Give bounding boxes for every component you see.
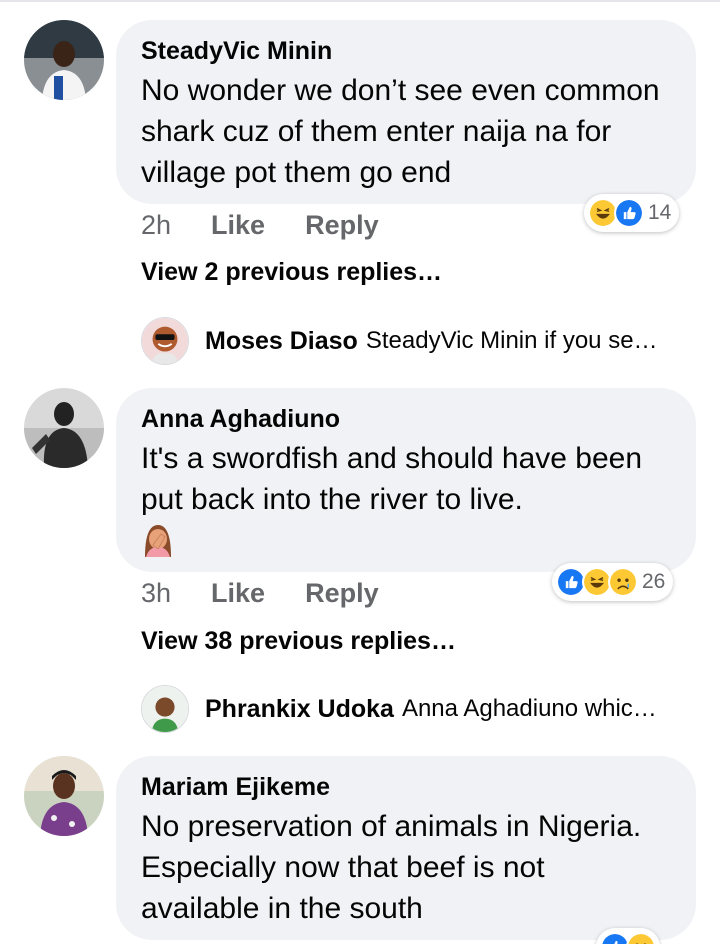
comment-bubble: Mariam Ejikeme No preservation of animal…	[116, 756, 696, 940]
latest-reply[interactable]: Moses Diaso SteadyVic Minin if you se…	[141, 316, 701, 366]
comment-text: No wonder we don’t see even common shark…	[141, 74, 660, 189]
reply-button[interactable]: Reply	[305, 210, 379, 241]
comment-actions: 2h Like Reply	[141, 207, 379, 243]
sad-icon	[608, 567, 638, 597]
avatar-moses[interactable]	[141, 317, 189, 365]
reply-author[interactable]: Phrankix Udoka	[205, 695, 394, 724]
like-button[interactable]: Like	[211, 578, 265, 609]
comment-author[interactable]: SteadyVic Minin	[141, 36, 671, 66]
reaction-count: 14	[648, 201, 672, 224]
reactions-summary[interactable]	[596, 928, 660, 944]
comment-time[interactable]: 3h	[141, 578, 171, 609]
like-icon	[614, 198, 644, 228]
comment-text: It's a swordfish and should have been pu…	[141, 442, 643, 516]
reply-text: Anna Aghadiuno whic…	[401, 695, 657, 722]
comment-time[interactable]: 2h	[141, 210, 171, 241]
reply-text: SteadyVic Minin if you se…	[365, 327, 658, 354]
reaction-count: 26	[642, 570, 666, 593]
like-button[interactable]: Like	[211, 210, 265, 241]
comment-bubble: Anna Aghadiuno It's a swordfish and shou…	[116, 388, 696, 572]
view-previous-replies[interactable]: View 38 previous replies…	[141, 627, 456, 656]
comment-text: No preservation of animals in Nigeria. E…	[141, 810, 642, 925]
reply-button[interactable]: Reply	[305, 578, 379, 609]
reactions-summary[interactable]: 14	[584, 194, 680, 232]
sad-icon	[626, 932, 656, 944]
facepalm-emoji	[141, 521, 175, 557]
reactions-summary[interactable]: 26	[552, 563, 674, 601]
comment-author[interactable]: Anna Aghadiuno	[141, 404, 671, 434]
comment-author[interactable]: Mariam Ejikeme	[141, 772, 671, 802]
top-divider	[0, 0, 720, 2]
avatar-phrankix[interactable]	[141, 685, 189, 733]
latest-reply[interactable]: Phrankix Udoka Anna Aghadiuno whic…	[141, 684, 701, 734]
comment-bubble: SteadyVic Minin No wonder we don’t see e…	[116, 20, 696, 204]
reply-author[interactable]: Moses Diaso	[205, 327, 358, 356]
avatar-mariam[interactable]	[24, 756, 104, 836]
view-previous-replies[interactable]: View 2 previous replies…	[141, 258, 442, 287]
avatar-anna[interactable]	[24, 388, 104, 468]
comment-actions: 3h Like Reply	[141, 575, 379, 611]
avatar-steadyvic[interactable]	[24, 20, 104, 100]
